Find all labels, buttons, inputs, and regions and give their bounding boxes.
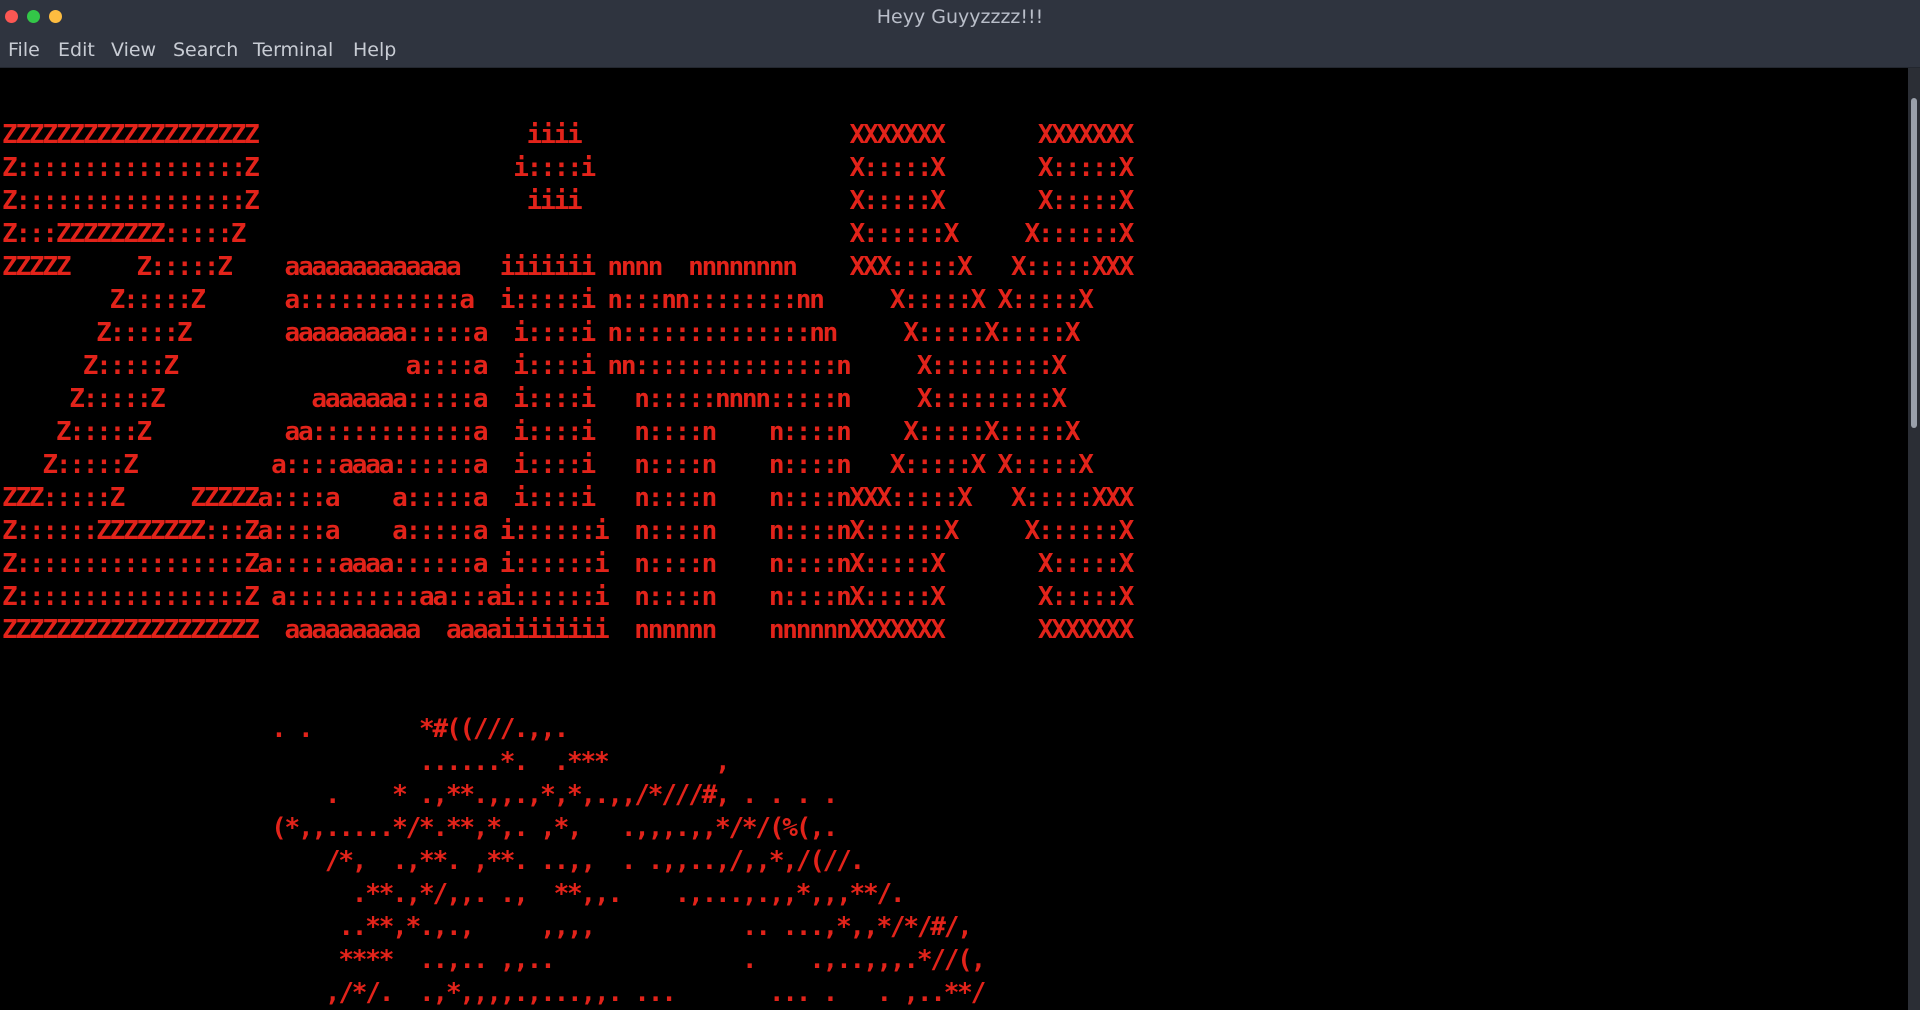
menu-bar: File Edit View Search Terminal Help <box>0 34 1920 68</box>
terminal-line: Z::::::ZZZZZZZZ:::Za::::a a:::::a i:::::… <box>2 516 1134 546</box>
terminal-text: ZZZZZZZZZZZZZZZZZZZ iiii XXXXXXX XXXXXXX… <box>2 119 1134 1010</box>
terminal-line: Z:::::Z a::::::::::::a i:::::i n:::nn:::… <box>2 285 1094 315</box>
terminal-line: **** ..,.. ,,.. . .,..,,,.*//(, <box>2 945 986 975</box>
terminal-line: Z:::::Z aaaaaaa:::::a i::::i n:::::nnnn:… <box>2 384 1067 414</box>
terminal-line: Z:::::Z aaaaaaaaa:::::a i::::i n::::::::… <box>2 318 1080 348</box>
menu-help[interactable]: Help <box>352 34 397 66</box>
terminal-line: Z:::::::::::::::::Za:::::aaaa::::::a i::… <box>2 549 1134 579</box>
terminal-line: Z:::::Z aa::::::::::::a i::::i n::::n n:… <box>2 417 1081 447</box>
terminal-window: Heyy Guyyzzzz!!! File Edit View Search T… <box>0 0 1920 1010</box>
scrollbar-thumb[interactable] <box>1911 98 1917 428</box>
terminal-line: Z:::ZZZZZZZZ:::::Z X::::::X X::::::X <box>2 219 1134 249</box>
terminal-line: Z:::::Z a::::aaaa::::::a i::::i n::::n n… <box>2 450 1094 480</box>
terminal-line: Z:::::::::::::::::Z a::::::::::aa:::ai::… <box>2 582 1134 612</box>
terminal-line: ZZZ:::::Z ZZZZZa::::a a:::::a i::::i n::… <box>2 483 1134 513</box>
terminal-line: ZZZZZZZZZZZZZZZZZZZ aaaaaaaaaa aaaaiiiii… <box>2 615 1134 645</box>
terminal-line: ZZZZZ Z:::::Z aaaaaaaaaaaaa iiiiiii nnnn… <box>2 252 1134 282</box>
terminal-line: .**.,*/,,. ., **,,. .,...,.,,*,,,**/. <box>2 879 906 909</box>
terminal-scrollbar[interactable] <box>1908 68 1920 1010</box>
menu-terminal[interactable]: Terminal <box>252 34 334 66</box>
terminal-line: . * .,**.,,.,*,*,.,,/*///#, . . . . <box>2 780 838 810</box>
terminal-line: (*,,.....*/*.**,*,. ,*, .,,,.,,*/*/(%(,. <box>2 813 838 843</box>
terminal-line: . . *#((///.,,. <box>2 714 569 744</box>
menu-file[interactable]: File <box>7 34 41 66</box>
terminal-line: ,/*/. .,*,,,,.,...,,. ... ... . . ,..**/ <box>2 978 986 1008</box>
terminal-line: /*, .,**. ,**. ..,, . .,,..,/,,*,/(//. <box>2 846 865 876</box>
menu-view[interactable]: View <box>110 34 157 66</box>
terminal-line: ......*. .*** , <box>2 747 731 777</box>
terminal-line: ZZZZZZZZZZZZZZZZZZZ iiii XXXXXXX XXXXXXX <box>2 120 1134 150</box>
terminal-line: Z:::::::::::::::::Z iiii X:::::X X:::::X <box>2 186 1134 216</box>
menu-edit[interactable]: Edit <box>57 34 96 66</box>
terminal-line: ..**,*.,., ,,,, .. ...,*,,*/*/#/, <box>2 912 973 942</box>
menu-search[interactable]: Search <box>172 34 239 66</box>
terminal-line: Z:::::Z a::::a i::::i nn:::::::::::::::n… <box>2 351 1067 381</box>
terminal-output-area[interactable]: ZZZZZZZZZZZZZZZZZZZ iiii XXXXXXX XXXXXXX… <box>0 68 1908 1010</box>
window-title: Heyy Guyyzzzz!!! <box>876 6 1044 28</box>
title-bar[interactable]: Heyy Guyyzzzz!!! <box>0 0 1920 34</box>
terminal-line: Z:::::::::::::::::Z i::::i X:::::X X::::… <box>2 153 1134 183</box>
